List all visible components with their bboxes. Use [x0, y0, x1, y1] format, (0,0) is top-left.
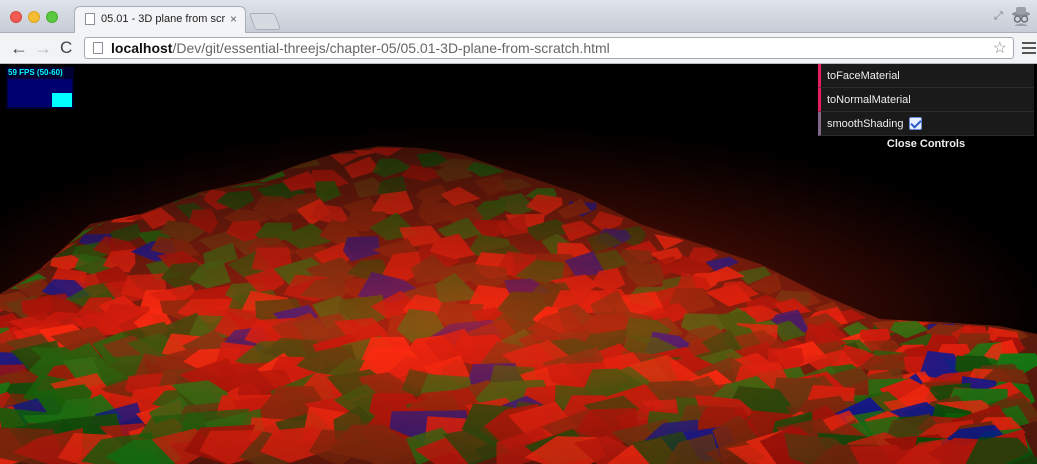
- url-text[interactable]: localhost/Dev/git/essential-threejs/chap…: [111, 40, 610, 56]
- back-arrow-icon[interactable]: ←: [10, 37, 28, 59]
- webgl-viewport[interactable]: 59 FPS (50-60) toFaceMaterial toNormalMa…: [0, 64, 1037, 464]
- menu-icon[interactable]: [1022, 39, 1036, 57]
- tab-close-icon[interactable]: ×: [230, 12, 237, 26]
- page-icon: [93, 42, 103, 54]
- gui-control-toNormalMaterial[interactable]: toNormalMaterial: [818, 88, 1034, 112]
- browser-tab[interactable]: 05.01 - 3D plane from scr ×: [74, 6, 246, 33]
- close-controls-button[interactable]: Close Controls: [818, 136, 1034, 152]
- star-icon[interactable]: ☆: [993, 38, 1007, 58]
- title-bar: 05.01 - 3D plane from scr × ⤢: [0, 0, 1037, 33]
- close-window-button[interactable]: [10, 11, 22, 23]
- fps-readout: 59 FPS (50-60): [8, 68, 63, 77]
- maximize-window-button[interactable]: [46, 11, 58, 23]
- incognito-icon: [1012, 7, 1030, 26]
- new-tab-button[interactable]: [248, 13, 282, 30]
- gui-control-label: toNormalMaterial: [827, 94, 911, 106]
- dat-gui-panel: toFaceMaterial toNormalMaterial smoothSh…: [818, 64, 1034, 152]
- gui-control-label: smoothShading: [827, 118, 904, 130]
- tab-title: 05.01 - 3D plane from scr: [101, 13, 226, 25]
- reload-icon[interactable]: C: [60, 37, 72, 59]
- gui-control-label: toFaceMaterial: [827, 70, 900, 82]
- address-bar[interactable]: localhost/Dev/git/essential-threejs/chap…: [84, 37, 1014, 59]
- smooth-shading-checkbox[interactable]: [909, 117, 922, 130]
- forward-arrow-icon[interactable]: →: [34, 37, 52, 59]
- fps-graph-bar: [52, 93, 72, 107]
- url-host: localhost: [111, 40, 173, 56]
- page-icon: [85, 13, 95, 25]
- gui-control-smoothShading[interactable]: smoothShading: [818, 112, 1034, 136]
- fullscreen-icon[interactable]: ⤢: [994, 10, 1003, 23]
- gui-control-toFaceMaterial[interactable]: toFaceMaterial: [818, 64, 1034, 88]
- browser-toolbar: ← → C localhost/Dev/git/essential-threej…: [0, 33, 1037, 64]
- url-path: /Dev/git/essential-threejs/chapter-05/05…: [172, 40, 610, 56]
- minimize-window-button[interactable]: [28, 11, 40, 23]
- fps-stats-panel[interactable]: 59 FPS (50-60): [6, 67, 74, 109]
